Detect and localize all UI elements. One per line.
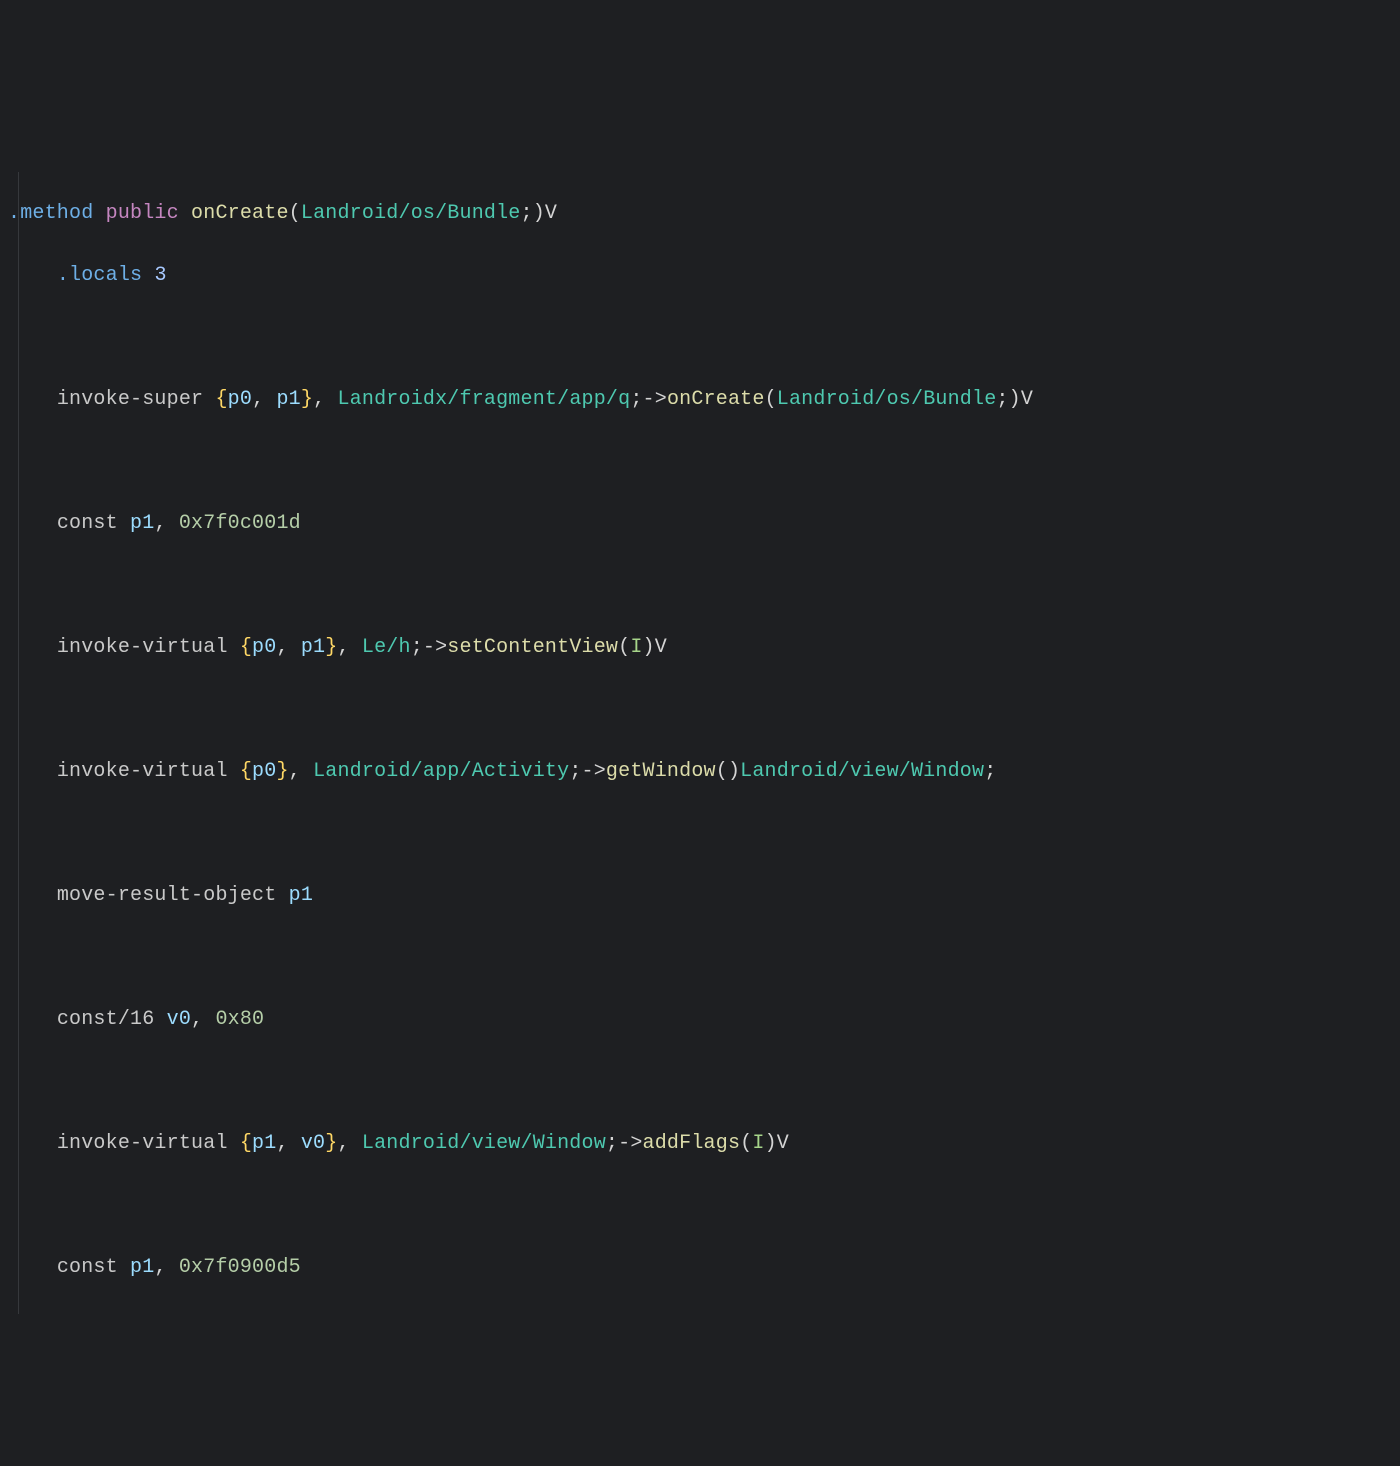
code-line: invoke-super {p0, p1}, Landroidx/fragmen… (8, 384, 1400, 415)
instruction: move-result-object (57, 884, 277, 907)
register: p1 (252, 1132, 276, 1155)
literal: 0x7f0900d5 (179, 1256, 301, 1279)
method-name: getWindow (606, 760, 716, 783)
code-line: const p1, 0x7f0c001d (8, 508, 1400, 539)
register: p1 (130, 1256, 154, 1279)
blank-line (8, 446, 1400, 477)
code-line: .method public onCreate(Landroid/os/Bund… (8, 198, 1400, 229)
indent-guide (18, 172, 19, 1314)
type: Landroid/os/Bundle (777, 388, 997, 411)
code-line: invoke-virtual {p1, v0}, Landroid/view/W… (8, 1128, 1400, 1159)
sig: V (655, 636, 667, 659)
code-line: .locals 3 (8, 260, 1400, 291)
directive: .method (8, 202, 93, 225)
instruction: const (57, 512, 118, 535)
arrow: -> (582, 760, 606, 783)
instruction: const (57, 1256, 118, 1279)
arrow: -> (643, 388, 667, 411)
directive: .locals (57, 264, 142, 287)
type: Landroid/view/Window (740, 760, 984, 783)
instruction: invoke-virtual (57, 636, 228, 659)
method-name: onCreate (667, 388, 765, 411)
blank-line (8, 942, 1400, 973)
code-line: invoke-virtual {p0, p1}, Le/h;->setConte… (8, 632, 1400, 663)
instruction: invoke-virtual (57, 760, 228, 783)
register: p1 (289, 884, 313, 907)
type: Landroidx/fragment/app/q (337, 388, 630, 411)
blank-line (8, 1190, 1400, 1221)
code-line: const/16 v0, 0x80 (8, 1004, 1400, 1035)
code-editor[interactable]: .method public onCreate(Landroid/os/Bund… (0, 136, 1400, 1314)
modifier: public (106, 202, 179, 225)
code-line: const p1, 0x7f0900d5 (8, 1252, 1400, 1283)
code-line: invoke-virtual {p0}, Landroid/app/Activi… (8, 756, 1400, 787)
literal: 0x7f0c001d (179, 512, 301, 535)
sig: V (1021, 388, 1033, 411)
blank-line (8, 818, 1400, 849)
register: v0 (167, 1008, 191, 1031)
number: 3 (154, 264, 166, 287)
register: v0 (301, 1132, 325, 1155)
blank-line (8, 570, 1400, 601)
register: p0 (228, 388, 252, 411)
literal: 0x80 (215, 1008, 264, 1031)
function-name: onCreate (191, 202, 289, 225)
instruction: const/16 (57, 1008, 155, 1031)
type: I (752, 1132, 764, 1155)
type: I (630, 636, 642, 659)
blank-line (8, 322, 1400, 353)
register: p1 (130, 512, 154, 535)
sig: V (777, 1132, 789, 1155)
type: Landroid/view/Window (362, 1132, 606, 1155)
method-name: addFlags (643, 1132, 741, 1155)
register: p0 (252, 636, 276, 659)
register: p1 (301, 636, 325, 659)
register: p0 (252, 760, 276, 783)
type: Landroid/os/Bundle (301, 202, 521, 225)
arrow: -> (423, 636, 447, 659)
code-line: move-result-object p1 (8, 880, 1400, 911)
instruction: invoke-virtual (57, 1132, 228, 1155)
blank-line (8, 694, 1400, 725)
sig: V (545, 202, 557, 225)
arrow: -> (618, 1132, 642, 1155)
register: p1 (276, 388, 300, 411)
type: Le/h (362, 636, 411, 659)
type: Landroid/app/Activity (313, 760, 569, 783)
method-name: setContentView (447, 636, 618, 659)
blank-line (8, 1066, 1400, 1097)
instruction: invoke-super (57, 388, 203, 411)
